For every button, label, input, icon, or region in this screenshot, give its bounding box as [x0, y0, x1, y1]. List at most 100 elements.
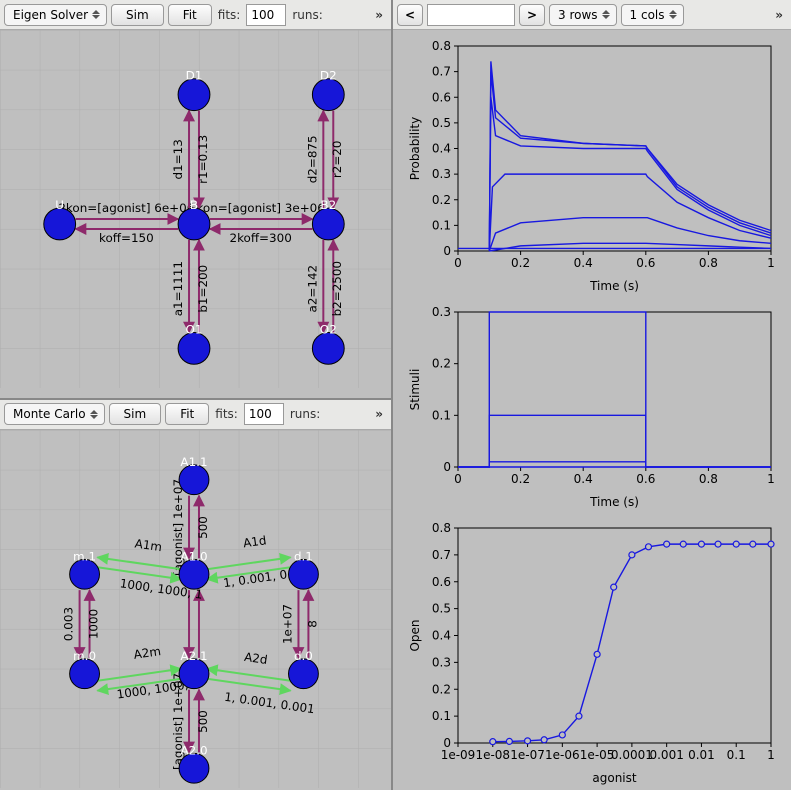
sim-button-top[interactable]: Sim — [111, 4, 164, 26]
solver-select-top[interactable]: Eigen Solver — [4, 4, 107, 26]
top-model-toolbar: Eigen Solver Sim Fit fits: runs: » — [0, 0, 391, 30]
svg-text:0.4: 0.4 — [574, 472, 593, 486]
svg-text:m.1: m.1 — [73, 549, 96, 563]
chart-stimuli[interactable]: 00.10.20.300.20.40.60.81Time (s)Stimuli — [403, 302, 785, 512]
svg-text:500: 500 — [196, 710, 210, 733]
svg-text:0.2: 0.2 — [432, 357, 451, 371]
runs-label: runs: — [288, 407, 322, 421]
svg-text:A1.1: A1.1 — [180, 454, 207, 468]
svg-text:d2=875: d2=875 — [305, 135, 319, 183]
svg-text:Probability: Probability — [408, 117, 422, 180]
expand-button-top[interactable]: » — [371, 8, 387, 22]
svg-text:0.6: 0.6 — [432, 575, 451, 589]
svg-text:0.6: 0.6 — [636, 472, 655, 486]
svg-text:0.2: 0.2 — [511, 256, 530, 270]
state-node[interactable]: m.0 — [70, 648, 100, 688]
chart-open[interactable]: 00.10.20.30.40.50.60.70.81e-091e-081e-07… — [403, 518, 785, 788]
model1-svg: 2kon=[agonist] 6e+06 koff=150 kon=[agoni… — [0, 30, 391, 388]
page-input[interactable] — [427, 4, 515, 26]
svg-text:0.8: 0.8 — [432, 39, 451, 53]
svg-text:0: 0 — [454, 472, 462, 486]
svg-text:0.6: 0.6 — [432, 90, 451, 104]
svg-text:Open: Open — [408, 619, 422, 651]
svg-text:0.4: 0.4 — [432, 142, 451, 156]
fit-button-bottom[interactable]: Fit — [165, 403, 209, 425]
svg-text:a1=1111: a1=1111 — [171, 261, 185, 316]
bottom-model-panel[interactable]: 0.003 1000 1e+07 8 [agonist] 1e+07 500 [… — [0, 430, 391, 790]
svg-text:0.1: 0.1 — [432, 408, 451, 422]
svg-text:8: 8 — [305, 620, 319, 628]
fit-button-top[interactable]: Fit — [168, 4, 212, 26]
svg-text:U: U — [55, 198, 64, 212]
svg-text:d.0: d.0 — [294, 648, 313, 662]
svg-text:O2: O2 — [320, 322, 337, 336]
cols-select[interactable]: 1 cols — [621, 4, 684, 26]
svg-text:0.5: 0.5 — [432, 116, 451, 130]
svg-text:0.01: 0.01 — [688, 748, 715, 762]
solver-select-label: Eigen Solver — [13, 8, 88, 22]
svg-text:a2=142: a2=142 — [305, 265, 319, 313]
svg-text:Time (s): Time (s) — [589, 495, 639, 509]
svg-text:b2=2500: b2=2500 — [330, 261, 344, 316]
svg-text:1e-05: 1e-05 — [580, 748, 615, 762]
svg-text:r1=0.13: r1=0.13 — [196, 135, 210, 184]
svg-text:1e-07: 1e-07 — [510, 748, 545, 762]
updown-icon — [669, 10, 677, 19]
runs-label: runs: — [290, 8, 324, 22]
svg-text:r2=20: r2=20 — [330, 141, 344, 179]
svg-text:1e-09: 1e-09 — [441, 748, 476, 762]
svg-text:kon=[agonist] 3e+06: kon=[agonist] 3e+06 — [196, 201, 324, 215]
solver-select-bottom[interactable]: Monte Carlo — [4, 403, 105, 425]
updown-icon — [92, 10, 100, 19]
state-node[interactable]: A1.0 — [179, 549, 209, 589]
svg-text:0.2: 0.2 — [432, 193, 451, 207]
svg-text:0: 0 — [443, 460, 451, 474]
next-button[interactable]: > — [519, 4, 545, 26]
svg-text:A2.0: A2.0 — [180, 743, 207, 757]
svg-text:0.8: 0.8 — [699, 472, 718, 486]
svg-text:0.1: 0.1 — [727, 748, 746, 762]
fits-input-top[interactable] — [246, 4, 286, 26]
svg-text:1e-08: 1e-08 — [475, 748, 510, 762]
fits-label: fits: — [216, 8, 243, 22]
svg-text:1e-06: 1e-06 — [545, 748, 580, 762]
sim-button-bottom[interactable]: Sim — [109, 403, 162, 425]
state-node[interactable]: A2.0 — [179, 743, 209, 783]
top-model-panel[interactable]: 2kon=[agonist] 6e+06 koff=150 kon=[agoni… — [0, 30, 391, 400]
state-node[interactable]: m.1 — [70, 549, 100, 589]
svg-text:B: B — [190, 198, 198, 212]
state-node[interactable]: A1.1 — [179, 454, 209, 494]
svg-text:2kon=[agonist] 6e+06: 2kon=[agonist] 6e+06 — [58, 201, 194, 215]
updown-icon — [602, 10, 610, 19]
svg-text:1: 1 — [767, 748, 775, 762]
svg-text:D2: D2 — [320, 69, 337, 83]
svg-text:0.8: 0.8 — [432, 521, 451, 535]
svg-text:0.1: 0.1 — [432, 709, 451, 723]
svg-text:0.7: 0.7 — [432, 65, 451, 79]
svg-text:1: 1 — [767, 256, 775, 270]
svg-text:d.1: d.1 — [294, 549, 313, 563]
svg-text:Time (s): Time (s) — [589, 279, 639, 293]
svg-text:0.5: 0.5 — [432, 602, 451, 616]
svg-text:1000: 1000 — [86, 608, 100, 638]
svg-text:0.7: 0.7 — [432, 548, 451, 562]
svg-text:b1=200: b1=200 — [196, 265, 210, 313]
updown-icon — [90, 410, 98, 419]
svg-text:O1: O1 — [186, 322, 203, 336]
prev-button[interactable]: < — [397, 4, 423, 26]
svg-text:0: 0 — [454, 256, 462, 270]
svg-text:0.4: 0.4 — [432, 629, 451, 643]
rows-select[interactable]: 3 rows — [549, 4, 617, 26]
svg-text:0.3: 0.3 — [432, 305, 451, 319]
svg-text:0.8: 0.8 — [699, 256, 718, 270]
svg-text:1: 1 — [767, 472, 775, 486]
svg-text:1e+07: 1e+07 — [280, 604, 294, 644]
bottom-model-toolbar: Monte Carlo Sim Fit fits: runs: » — [0, 400, 391, 430]
expand-button-right[interactable]: » — [771, 8, 787, 22]
model2-svg: 0.003 1000 1e+07 8 [agonist] 1e+07 500 [… — [0, 430, 391, 788]
fits-input-bottom[interactable] — [244, 403, 284, 425]
state-node[interactable]: A2.1 — [179, 648, 209, 688]
svg-text:0: 0 — [443, 244, 451, 258]
expand-button-bottom[interactable]: » — [371, 407, 387, 421]
chart-probability[interactable]: 00.10.20.30.40.50.60.70.800.20.40.60.81T… — [403, 36, 785, 296]
